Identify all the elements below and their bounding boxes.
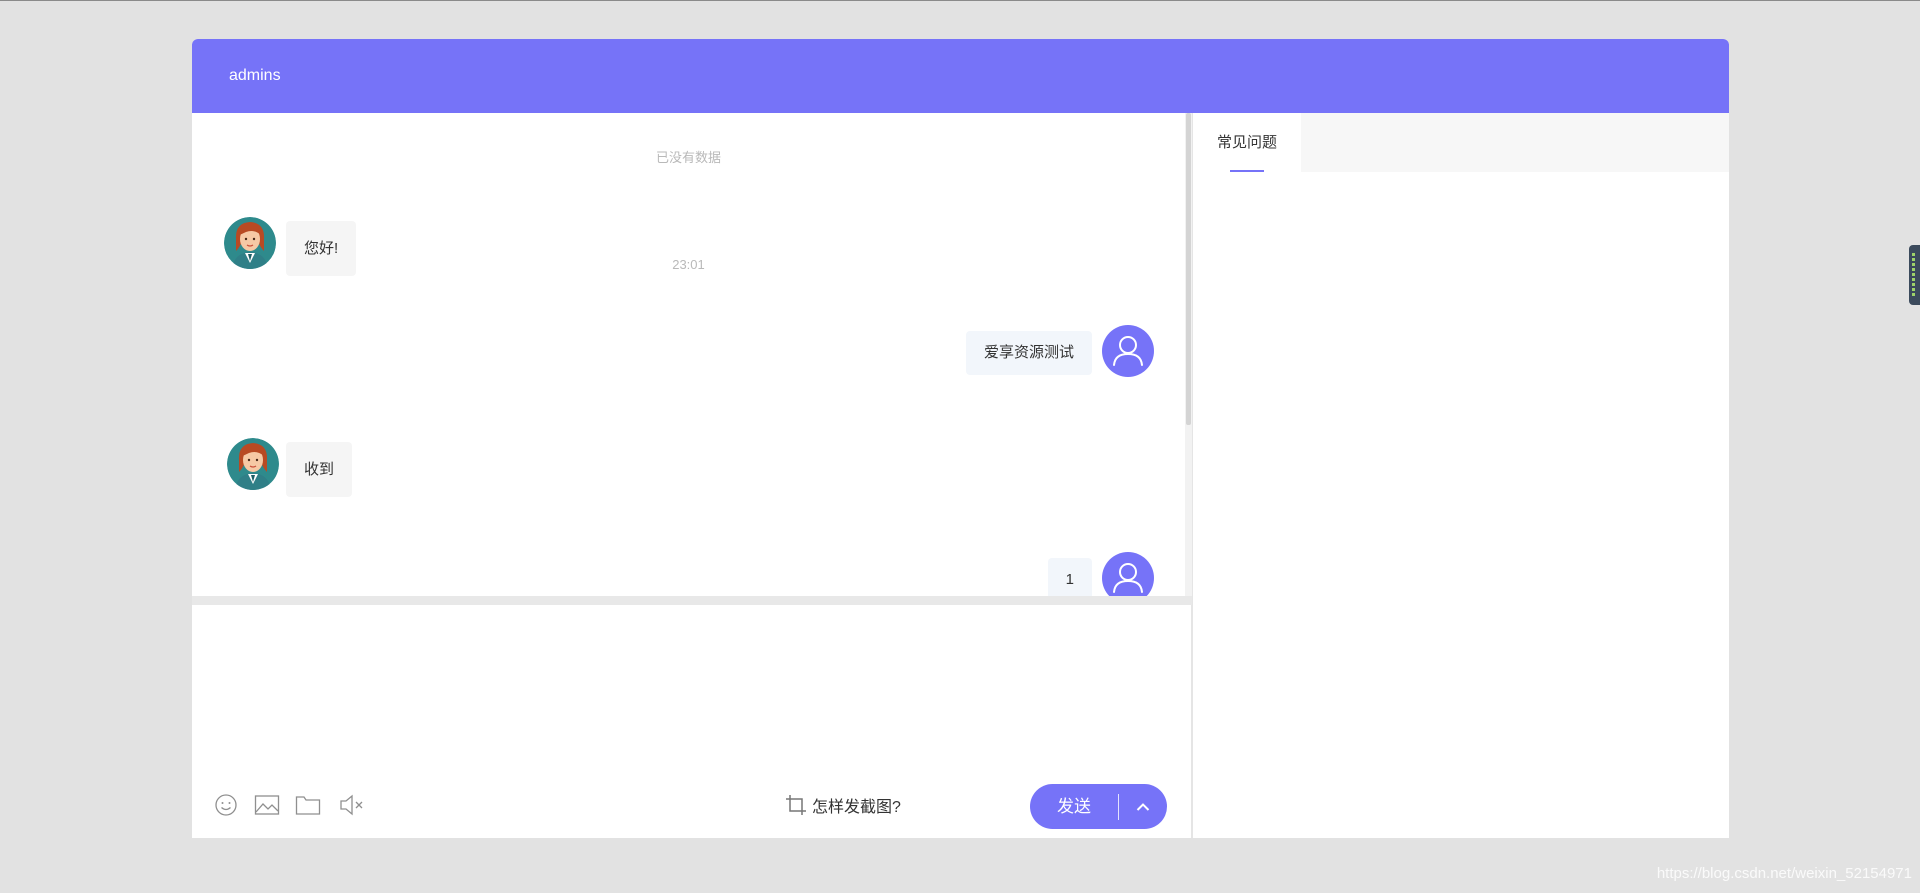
faq-panel: 常见问题: [1192, 113, 1729, 838]
image-icon: [254, 795, 280, 815]
screenshot-help-link[interactable]: 怎样发截图?: [784, 793, 901, 817]
no-more-data-hint: 已没有数据: [655, 150, 721, 165]
chat-window: admins 已没有数据 您好! 23:01 爱享资源测试 收到 1 怎样发截图…: [192, 39, 1729, 838]
message-scrollbar[interactable]: [1185, 113, 1192, 596]
emoji-button[interactable]: [212, 791, 240, 819]
chat-title: admins: [229, 67, 281, 84]
chat-header: admins: [192, 39, 1729, 113]
side-widget-handle[interactable]: [1909, 245, 1920, 305]
faq-tabbar: 常见问题: [1193, 113, 1729, 172]
message-timestamp: 23:01: [672, 257, 705, 272]
send-button[interactable]: 发送: [1030, 784, 1118, 829]
agent-avatar: [227, 438, 279, 490]
send-options-button[interactable]: [1119, 784, 1167, 829]
file-button[interactable]: [294, 791, 322, 819]
sound-off-icon: [340, 794, 363, 816]
watermark: https://blog.csdn.net/weixin_52154971: [1656, 865, 1912, 882]
scrollbar-thumb[interactable]: [1186, 113, 1191, 425]
conversation-panel: 已没有数据 您好! 23:01 爱享资源测试 收到 1 怎样发截图? 发送: [192, 113, 1192, 838]
composer: 怎样发截图? 发送: [192, 605, 1192, 838]
message-agent: 收到: [227, 438, 353, 497]
message-list[interactable]: 已没有数据 您好! 23:01 爱享资源测试 收到 1: [192, 113, 1192, 604]
emoji-icon: [215, 794, 237, 816]
send-button-group: 发送: [1030, 784, 1167, 829]
folder-icon: [295, 796, 321, 815]
message-user: 爱享资源测试: [965, 325, 1154, 377]
composer-divider: [192, 596, 1192, 605]
user-avatar-icon: [1113, 336, 1143, 366]
chevron-up-icon: [1136, 802, 1150, 811]
message-bubble: 收到: [286, 442, 353, 497]
screenshot-help-label: 怎样发截图?: [812, 799, 901, 816]
crop-icon: [786, 795, 806, 815]
tab-faq[interactable]: 常见问题: [1193, 113, 1301, 172]
message-input[interactable]: [212, 615, 1172, 755]
tab-active-indicator: [1230, 170, 1264, 172]
agent-avatar-icon: [227, 438, 279, 490]
user-avatar: [1102, 325, 1154, 377]
image-button[interactable]: [253, 791, 281, 819]
sound-toggle-button[interactable]: [338, 791, 366, 819]
message-bubble: 爱享资源测试: [965, 331, 1092, 375]
tab-faq-label: 常见问题: [1216, 134, 1277, 151]
